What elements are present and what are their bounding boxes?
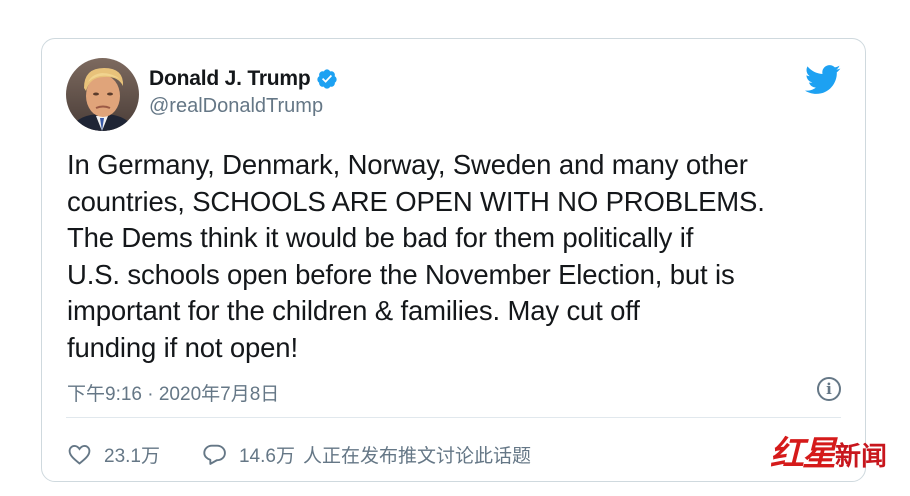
- discussion-label[interactable]: 人正在发布推文讨论此话题: [303, 441, 531, 468]
- tweet-timestamp[interactable]: 下午9:16 · 2020年7月8日: [67, 379, 279, 406]
- twitter-bird-icon[interactable]: [805, 65, 841, 95]
- tweet-actions: 23.1万 14.6万 人正在发布推文讨论此话题: [67, 441, 531, 468]
- author-name-row: Donald J. Trump: [149, 65, 338, 93]
- speech-bubble-icon: [203, 444, 226, 465]
- tweet-text: In Germany, Denmark, Norway, Sweden and …: [67, 149, 765, 363]
- divider: [66, 417, 841, 418]
- heart-icon: [68, 445, 91, 465]
- avatar-image: [66, 58, 139, 131]
- watermark-brand: 红星: [770, 434, 836, 474]
- author-display-name[interactable]: Donald J. Trump: [149, 67, 311, 91]
- author-block[interactable]: Donald J. Trump @realDonaldTrump: [149, 65, 338, 118]
- tweet-card[interactable]: Donald J. Trump @realDonaldTrump In Germ…: [41, 38, 866, 482]
- watermark-logo: 红星 新闻: [770, 426, 887, 475]
- watermark-suffix: 新闻: [835, 442, 888, 472]
- like-count: 23.1万: [104, 446, 160, 467]
- avatar[interactable]: [66, 58, 139, 131]
- verified-badge-icon: [316, 68, 338, 90]
- author-handle[interactable]: @realDonaldTrump: [149, 95, 338, 118]
- reply-count: 14.6万: [238, 446, 295, 467]
- reply-button[interactable]: 14.6万 人正在发布推文讨论此话题: [202, 441, 531, 468]
- like-button[interactable]: 23.1万: [67, 441, 160, 468]
- info-icon[interactable]: i: [817, 377, 841, 401]
